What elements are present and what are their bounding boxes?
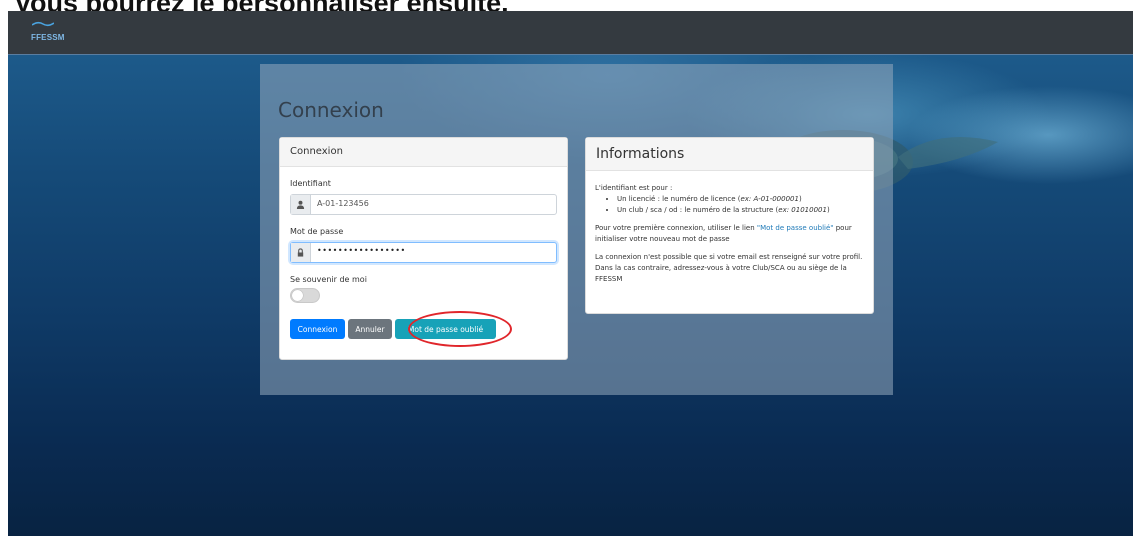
identifier-label: Identifiant [290,179,331,188]
top-navbar: FFESSM [8,11,1133,55]
password-label: Mot de passe [290,227,344,236]
remember-label: Se souvenir de moi [290,275,367,284]
user-icon [291,195,311,214]
info-first-login: Pour votre première connexion, utiliser … [595,224,852,243]
logo-text: FFESSM [31,33,65,42]
info-card-header: Informations [586,138,873,171]
login-button[interactable]: Connexion [290,319,345,339]
info-intro: L'identifiant est pour : [595,184,673,192]
lock-icon [291,243,311,262]
forgot-password-button[interactable]: Mot de passe oublié [395,319,496,339]
wave-icon [32,21,54,27]
info-body: L'identifiant est pour : Un licencié : l… [595,183,869,285]
identifier-input-group [290,194,557,215]
login-card-header: Connexion [280,138,567,167]
password-input-group: ••••••••••••••••• [290,242,557,263]
info-email-note: La connexion n'est possible que si votre… [595,253,863,283]
forgot-password-link[interactable]: "Mot de passe oublié" [757,224,834,232]
cancel-button[interactable]: Annuler [348,319,392,339]
toggle-knob [292,290,303,301]
ffessm-logo[interactable]: FFESSM [28,19,68,47]
identifier-input[interactable] [317,199,547,208]
info-list: Un licencié : le numéro de licence (ex: … [595,194,869,216]
browser-screen: FFESSM Connexion Connexion Identifiant A… [8,11,1133,536]
login-panel: Connexion Connexion Identifiant Mot de p… [260,64,893,395]
password-input[interactable]: ••••••••••••••••• [317,246,547,255]
list-item: Un club / sca / od : le numéro de la str… [617,205,869,216]
remember-toggle[interactable] [290,288,320,303]
login-card: Connexion Identifiant Mot de passe [279,137,568,360]
info-card: Informations L'identifiant est pour : Un… [585,137,874,314]
page-title: Connexion [278,98,384,122]
list-item: Un licencié : le numéro de licence (ex: … [617,194,869,205]
